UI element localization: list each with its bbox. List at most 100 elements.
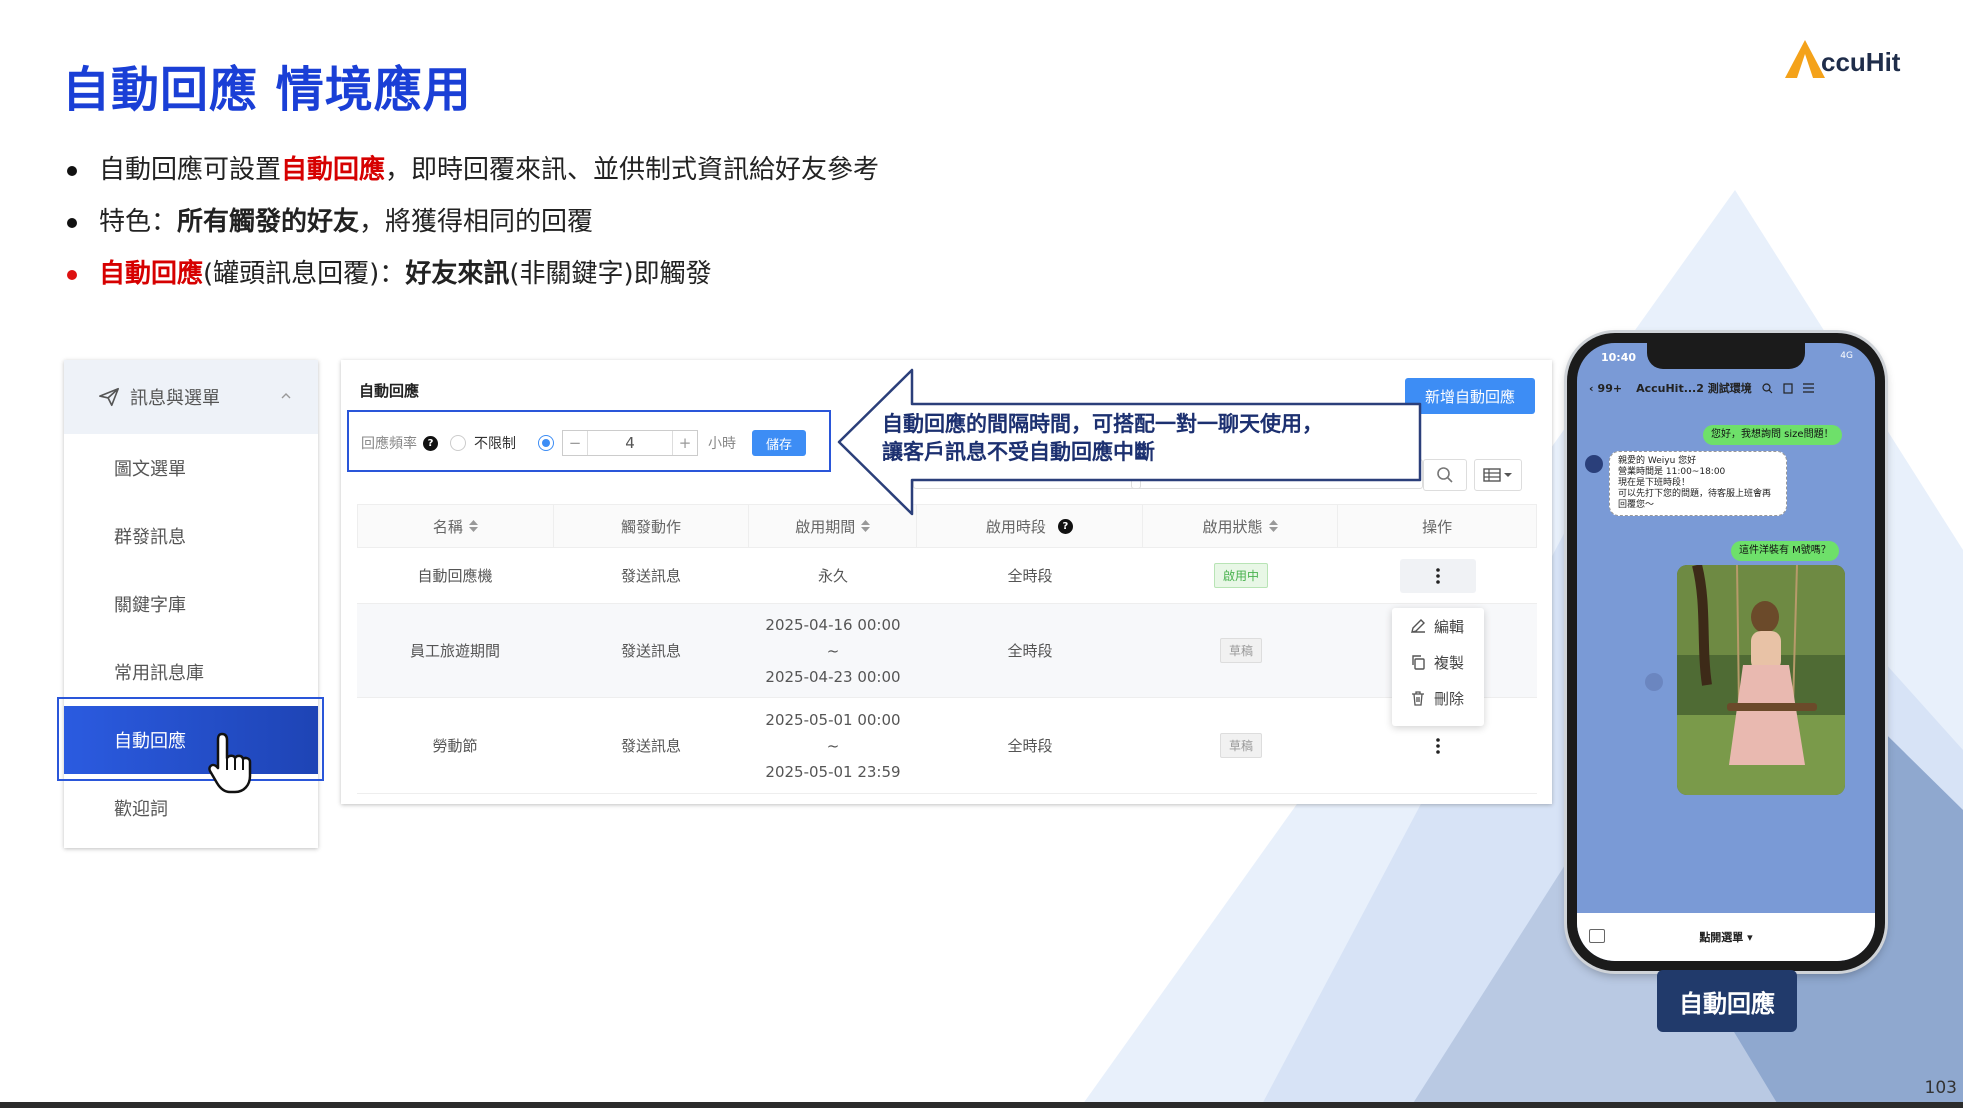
unread-count: 99+	[1597, 381, 1623, 395]
row-period-start: 2025-05-01 00:00	[765, 710, 901, 729]
row-actions	[1339, 548, 1537, 603]
table-columns-icon	[1483, 468, 1512, 482]
radio-unlimited[interactable]	[450, 435, 466, 451]
help-icon[interactable]: ?	[423, 435, 438, 451]
row-period-start: 永久	[817, 566, 848, 585]
row-timeslot: 全時段	[1007, 737, 1053, 755]
notes-icon[interactable]	[1783, 382, 1793, 394]
column-timeslot-label: 啟用時段	[985, 517, 1046, 536]
slide-title: 自動回應 情境應用	[62, 62, 472, 118]
sidebar-group-label: 訊息與選單	[130, 388, 220, 409]
pointer-hand-icon	[208, 732, 252, 794]
sidebar-group-messages[interactable]: 訊息與選單	[64, 360, 318, 434]
save-frequency-button[interactable]: 儲存	[752, 430, 806, 456]
bullet-2: 特色：所有觸發的好友，將獲得相同的回覆	[62, 202, 1162, 254]
table-row[interactable]: 勞動節 發送訊息 2025-05-01 00:00 ~ 2025-05-01 2…	[357, 698, 1537, 794]
row-action-menu: 編輯 複製 刪除	[1392, 608, 1484, 726]
reply-frequency-box: 回應頻率 ? 不限制 − 4 + 小時 儲存	[347, 410, 831, 472]
phone-mockup: 10:40 4G ‹ 99+ AccuHit...2 測試環境 您好，我想詢問 …	[1567, 333, 1885, 971]
row-period: 2025-05-01 00:00 ~ 2025-05-01 23:59	[749, 698, 917, 793]
column-actions-label: 操作	[1422, 517, 1453, 536]
copy-icon	[1412, 655, 1425, 670]
keyboard-icon[interactable]	[1589, 929, 1605, 943]
active-item-highlight-frame	[57, 697, 324, 781]
auto-reply-bubble: 親愛的 Weiyu 您好 營業時間是 11:00~18:00 現在是下班時段！ …	[1609, 451, 1787, 516]
row-timeslot: 全時段	[1007, 642, 1053, 660]
table-row[interactable]: 員工旅遊期間 發送訊息 2025-04-16 00:00 ~ 2025-04-2…	[357, 604, 1537, 698]
interval-value[interactable]: 4	[587, 431, 673, 455]
page-number: 103	[1924, 1078, 1957, 1098]
row-period: 2025-04-16 00:00 ~ 2025-04-23 00:00	[749, 604, 917, 697]
row-name: 員工旅遊期間	[409, 642, 500, 660]
bullet-2-text-a: 特色：	[99, 207, 178, 237]
column-period-label: 啟用期間	[795, 517, 856, 536]
sidebar-item-broadcast[interactable]: 群發訊息	[64, 502, 318, 570]
sidebar-item-saved-messages[interactable]: 常用訊息庫	[64, 638, 318, 706]
row-more-button[interactable]	[1400, 558, 1476, 593]
row-period-end: 2025-05-01 23:59	[765, 762, 901, 781]
auto-reply-table: 名稱 觸發動作 啟用期間 啟用時段? 啟用狀態 操作 自動回應機 發送訊息 永久…	[357, 504, 1537, 794]
minus-icon[interactable]: −	[563, 434, 587, 452]
callout-text: 自動回應的間隔時間，可搭配一對一聊天使用， 讓客戶訊息不受自動回應中斷	[882, 410, 1323, 466]
interval-stepper[interactable]: − 4 +	[562, 430, 698, 456]
column-settings-button[interactable]	[1474, 459, 1522, 491]
bullet-list: 自動回應可設置自動回應，即時回覆來訊、並供制式資訊給好友參考 特色：所有觸發的好…	[62, 150, 1162, 306]
callout-line-2: 讓客戶訊息不受自動回應中斷	[882, 440, 1155, 464]
hamburger-menu-icon[interactable]	[1802, 383, 1814, 393]
accuhit-logo: ccuHit	[1785, 38, 1910, 84]
panel-title: 自動回應	[359, 382, 420, 400]
bullet-1-text-a: 自動回應可設置	[99, 155, 282, 185]
row-more-button[interactable]	[1423, 729, 1453, 763]
menu-item-copy[interactable]: 複製	[1392, 644, 1484, 680]
help-icon[interactable]: ?	[1057, 518, 1073, 534]
plus-icon[interactable]: +	[673, 434, 697, 452]
row-period-end: 2025-04-23 00:00	[765, 667, 901, 686]
radio-interval[interactable]	[538, 435, 554, 451]
user-message-bubble: 您好，我想詢問 size問題！	[1703, 425, 1842, 445]
search-button[interactable]	[1423, 459, 1467, 491]
search-icon	[1437, 467, 1453, 483]
paper-plane-icon	[99, 387, 119, 407]
sort-icon	[1268, 520, 1278, 532]
sidebar-item-keywords[interactable]: 關鍵字庫	[64, 570, 318, 638]
trash-icon	[1412, 691, 1424, 706]
dress-photo	[1677, 565, 1845, 795]
table-row[interactable]: 自動回應機 發送訊息 永久 全時段 啟用中	[357, 548, 1537, 604]
back-icon[interactable]: ‹	[1589, 382, 1594, 395]
menu-item-delete[interactable]: 刪除	[1392, 680, 1484, 716]
rich-menu-toggle[interactable]: 點開選單 ▾	[1577, 913, 1875, 961]
reply-frequency-label: 回應頻率	[361, 436, 417, 452]
status-badge: 草稿	[1219, 638, 1262, 663]
bullet-3-text-a: (罐頭訊息回覆)：	[203, 259, 406, 289]
column-name[interactable]: 名稱	[358, 505, 554, 547]
interval-unit: 小時	[708, 436, 736, 452]
menu-item-edit[interactable]: 編輯	[1392, 608, 1484, 644]
share-icon[interactable]	[1645, 673, 1663, 691]
row-action: 發送訊息	[620, 642, 681, 660]
status-network: 4G	[1840, 351, 1853, 361]
menu-item-delete-label: 刪除	[1434, 689, 1465, 708]
status-time: 10:40	[1601, 351, 1637, 364]
sidebar-item-rich-menu[interactable]: 圖文選單	[64, 434, 318, 502]
bullet-2-text-b: ，將獲得相同的回覆	[359, 207, 594, 237]
bullet-2-bold: 所有觸發的好友	[177, 207, 360, 237]
status-badge: 草稿	[1219, 733, 1262, 758]
chat-header: ‹ 99+ AccuHit...2 測試環境	[1577, 371, 1875, 405]
logo-text: ccuHit	[1821, 47, 1901, 77]
search-icon[interactable]	[1762, 382, 1773, 394]
status-badge: 啟用中	[1213, 563, 1268, 588]
row-name: 勞動節	[432, 737, 478, 755]
user-message-bubble: 這件洋裝有 M號嗎？	[1731, 541, 1839, 561]
reply-frequency-row: 回應頻率 ? 不限制 − 4 + 小時 儲存	[361, 430, 806, 456]
bullet-3: 自動回應(罐頭訊息回覆)：好友來訊(非關鍵字)即觸發	[62, 254, 1162, 306]
rich-menu-label: 點開選單 ▾	[1699, 931, 1753, 944]
row-name: 自動回應機	[417, 567, 493, 585]
menu-item-copy-label: 複製	[1434, 653, 1465, 672]
row-period-start: 2025-04-16 00:00	[765, 615, 901, 634]
new-auto-reply-button[interactable]: 新增自動回應	[1405, 378, 1535, 414]
row-timeslot: 全時段	[1007, 567, 1053, 585]
bullet-1-text-b: ，即時回覆來訊、並供制式資訊給好友參考	[385, 155, 880, 185]
phone-notch	[1647, 343, 1805, 369]
sidebar-item-greeting[interactable]: 歡迎詞	[64, 774, 318, 842]
sort-icon	[861, 520, 871, 532]
